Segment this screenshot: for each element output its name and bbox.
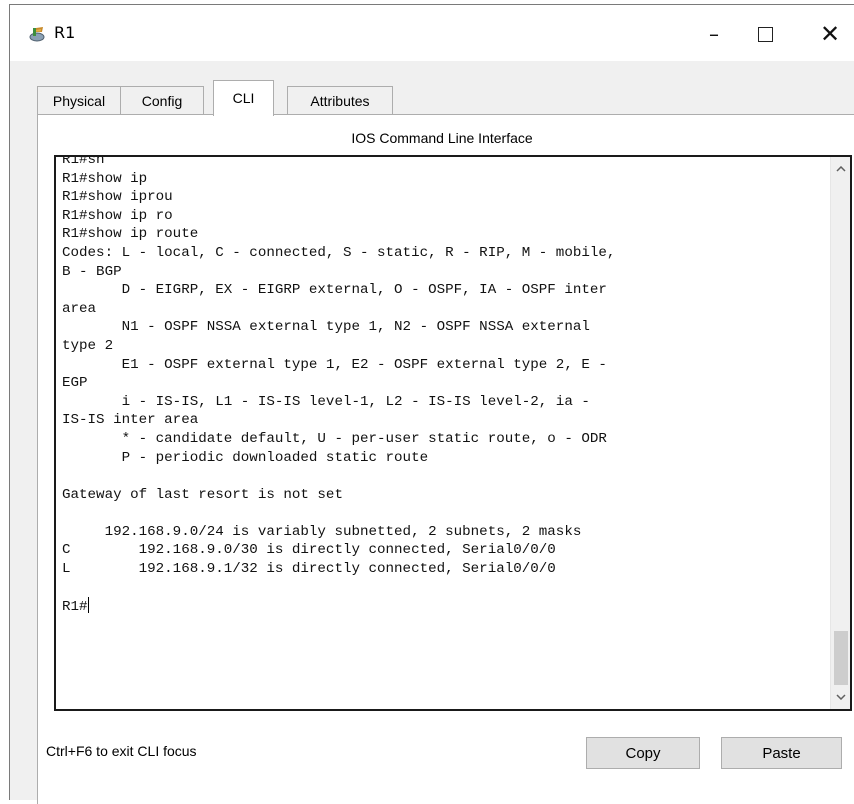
- copy-button[interactable]: Copy: [586, 737, 700, 769]
- cli-line: * - candidate default, U - per-user stat…: [62, 430, 607, 447]
- cli-line: R1#show iprou: [62, 189, 173, 206]
- cli-prompt-line[interactable]: R1#: [62, 597, 832, 617]
- cli-line: 192.168.9.0/24 is variably subnetted, 2 …: [62, 523, 582, 540]
- cli-line: L 192.168.9.1/32 is directly connected, …: [62, 561, 556, 578]
- cli-line: i - IS-IS, L1 - IS-IS level-1, L2 - IS-I…: [62, 393, 590, 410]
- cli-line: N1 - OSPF NSSA external type 1, N2 - OSP…: [62, 319, 590, 336]
- minimize-icon: –: [709, 22, 719, 46]
- tab-physical[interactable]: Physical: [37, 86, 121, 114]
- cli-line: type 2: [62, 337, 114, 354]
- cli-line: R1#show ip: [62, 170, 148, 187]
- tab-config[interactable]: Config: [120, 86, 204, 114]
- cli-line: [62, 579, 832, 598]
- cli-prompt: R1#: [62, 599, 88, 616]
- router-app-icon: [29, 27, 45, 42]
- cli-scrollbar[interactable]: [830, 157, 850, 709]
- tab-attributes[interactable]: Attributes: [287, 86, 393, 114]
- cli-line: P - periodic downloaded static route: [62, 449, 429, 466]
- cli-line: B - BGP: [62, 263, 122, 280]
- cli-line: EGP: [62, 375, 88, 392]
- cli-line: IS-IS inter area: [62, 412, 199, 429]
- close-icon: ✕: [819, 20, 841, 48]
- scroll-down-icon[interactable]: [831, 687, 850, 707]
- cli-line: Gateway of last resort is not set: [62, 486, 343, 503]
- scroll-thumb[interactable]: [834, 631, 848, 685]
- router-window: R1 – ✕ Physical Config CLI Attributes IO…: [9, 4, 854, 804]
- cli-heading: IOS Command Line Interface: [351, 130, 533, 146]
- cli-line: R1#show ip ro: [62, 207, 173, 224]
- tab-cli[interactable]: CLI: [213, 80, 274, 116]
- paste-button[interactable]: Paste: [721, 737, 842, 769]
- cli-line: R1#show ip route: [62, 226, 199, 243]
- cli-line: D - EIGRP, EX - EIGRP external, O - OSPF…: [62, 282, 607, 299]
- cli-line: Codes: L - local, C - connected, S - sta…: [62, 244, 616, 261]
- close-button[interactable]: ✕: [810, 17, 850, 51]
- window-title: R1: [54, 23, 76, 42]
- cli-terminal[interactable]: R1#sh R1#show ip R1#show iprou R1#show ip r…: [54, 155, 852, 711]
- cli-line: E1 - OSPF external type 1, E2 - OSPF ext…: [62, 356, 607, 373]
- text-cursor: [87, 597, 90, 614]
- cli-line: [62, 467, 832, 486]
- cli-line: area: [62, 300, 97, 317]
- cli-output: R1#sh R1#show ip R1#show iprou R1#show ip r…: [62, 155, 832, 617]
- exit-focus-hint: Ctrl+F6 to exit CLI focus: [46, 743, 197, 759]
- scroll-up-icon[interactable]: [831, 159, 850, 179]
- cli-line: R1#sh: [62, 155, 105, 168]
- maximize-icon: [757, 26, 773, 42]
- maximize-button[interactable]: [745, 17, 785, 51]
- minimize-button[interactable]: –: [694, 17, 734, 51]
- cli-panel: IOS Command Line Interface R1#sh R1#show …: [37, 114, 854, 804]
- cli-line: C 192.168.9.0/30 is directly connected, …: [62, 542, 556, 559]
- title-bar[interactable]: R1 – ✕: [10, 5, 854, 61]
- cli-line: [62, 504, 832, 523]
